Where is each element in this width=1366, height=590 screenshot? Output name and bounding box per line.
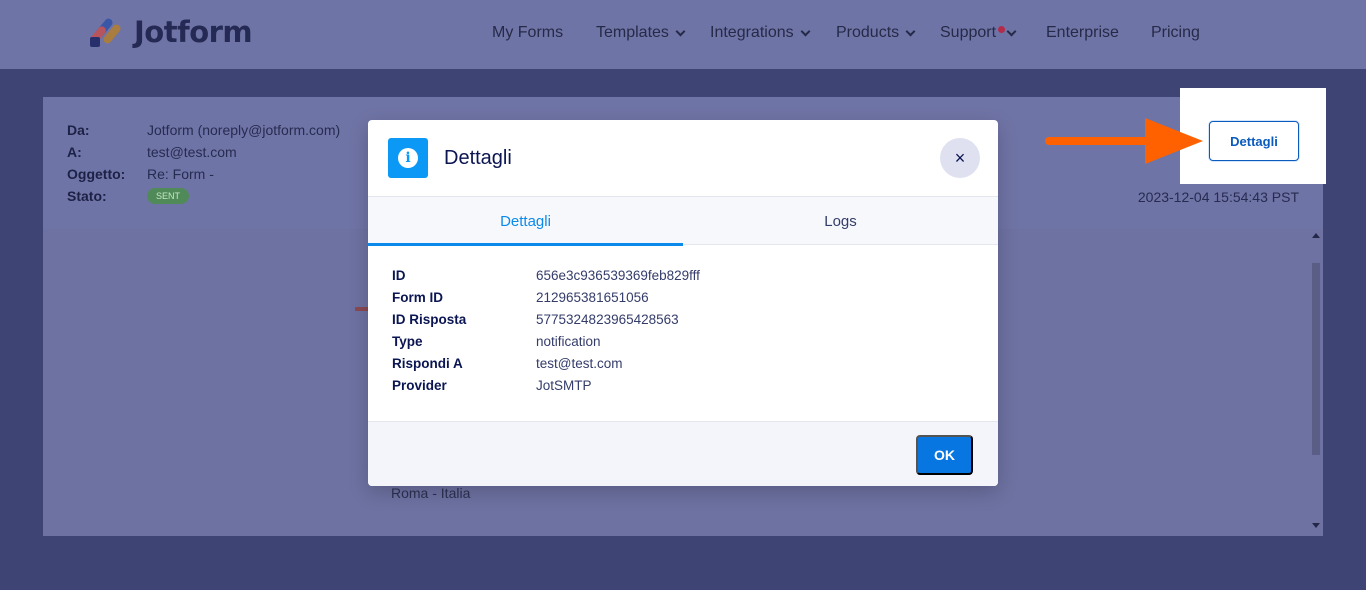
jotform-logo[interactable]: Jotform xyxy=(88,15,253,49)
detail-label: Provider xyxy=(392,378,447,393)
scrollbar[interactable] xyxy=(1309,229,1323,536)
orange-arrow-icon xyxy=(1045,118,1203,164)
modal-title: Dettagli xyxy=(444,147,512,169)
scroll-up-arrow-icon[interactable] xyxy=(1312,233,1320,238)
nav-templates[interactable]: Templates xyxy=(596,24,686,42)
modal-header: i Dettagli × xyxy=(368,120,998,197)
detail-value: 212965381651056 xyxy=(536,290,649,305)
detail-value: notification xyxy=(536,334,601,349)
scroll-down-arrow-icon[interactable] xyxy=(1312,523,1320,528)
detail-value: test@test.com xyxy=(536,356,623,371)
from-value: Jotform (noreply@jotform.com) xyxy=(147,122,341,138)
status-label: Stato: xyxy=(67,188,107,204)
nav-support-label: Support xyxy=(940,24,997,41)
detail-label: Type xyxy=(392,334,423,349)
nav-integrations-label: Integrations xyxy=(710,24,794,41)
nav-pricing-label: Pricing xyxy=(1151,24,1200,41)
email-body-accent xyxy=(355,307,369,311)
detail-value: 656e3c936539369feb829fff xyxy=(536,268,700,283)
tab-dettagli[interactable]: Dettagli xyxy=(368,197,683,246)
info-icon: i xyxy=(388,138,428,178)
detail-label: ID Risposta xyxy=(392,312,467,327)
subject-value: Re: Form - xyxy=(147,166,214,182)
address-text: Roma - Italia xyxy=(391,485,471,501)
top-navigation: Jotform My Forms Templates Integrations … xyxy=(0,0,1366,69)
ok-button[interactable]: OK xyxy=(916,435,973,475)
nav-integrations[interactable]: Integrations xyxy=(710,24,811,42)
sent-date: 2023-12-04 15:54:43 PST xyxy=(1137,189,1299,205)
detail-value: 5775324823965428563 xyxy=(536,312,679,327)
chevron-down-icon xyxy=(675,26,686,37)
close-icon: × xyxy=(954,147,966,168)
detail-label: Form ID xyxy=(392,290,444,305)
nav-products[interactable]: Products xyxy=(836,24,916,42)
nav-enterprise-label: Enterprise xyxy=(1046,24,1119,41)
nav-pricing[interactable]: Pricing xyxy=(1151,24,1200,42)
detail-label: Rispondi A xyxy=(392,356,463,371)
nav-my-forms-label: My Forms xyxy=(492,24,564,41)
scroll-thumb[interactable] xyxy=(1312,263,1320,455)
nav-support[interactable]: Support xyxy=(940,24,1017,42)
from-label: Da: xyxy=(67,122,90,138)
detail-label: ID xyxy=(392,268,406,283)
chevron-down-icon xyxy=(1006,26,1017,37)
nav-products-label: Products xyxy=(836,24,900,41)
jotform-logo-icon xyxy=(88,17,123,47)
subject-label: Oggetto: xyxy=(67,166,126,182)
detail-value: JotSMTP xyxy=(536,378,592,393)
nav-enterprise[interactable]: Enterprise xyxy=(1046,24,1119,42)
modal-footer: OK xyxy=(368,421,998,486)
tab-logs-label: Logs xyxy=(824,212,857,230)
tab-dettagli-label: Dettagli xyxy=(500,212,551,230)
nav-my-forms[interactable]: My Forms xyxy=(492,24,563,42)
tab-logs[interactable]: Logs xyxy=(683,197,998,245)
chevron-down-icon xyxy=(800,26,811,37)
to-value: test@test.com xyxy=(147,144,237,160)
to-label: A: xyxy=(67,144,82,160)
nav-templates-label: Templates xyxy=(596,24,669,41)
status-badge: SENT xyxy=(147,188,189,204)
details-button[interactable]: Dettagli xyxy=(1209,121,1299,161)
modal-tabs: Dettagli Logs xyxy=(368,197,998,246)
close-button[interactable]: × xyxy=(940,138,980,178)
brand-name: Jotform xyxy=(134,15,253,49)
chevron-down-icon xyxy=(905,26,916,37)
notification-dot-icon xyxy=(998,26,1005,33)
details-modal: i Dettagli × Dettagli Logs ID 656e3c9365… xyxy=(368,120,998,486)
